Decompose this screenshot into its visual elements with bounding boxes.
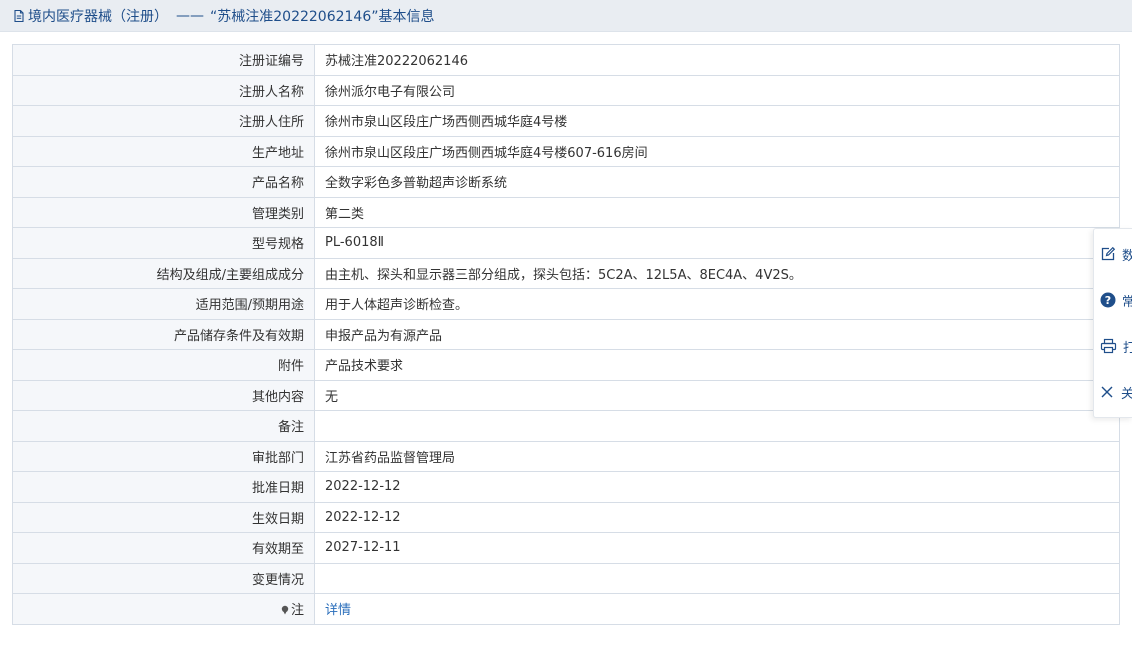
header-section: 境内医疗器械（注册） (28, 8, 168, 25)
row-label: 适用范围/预期用途 (12, 288, 315, 320)
row-value (314, 410, 1120, 442)
document-icon (12, 9, 26, 23)
row-label: 型号规格 (12, 227, 315, 259)
details-link[interactable]: 详情 (325, 603, 351, 618)
table-row: 产品储存条件及有效期 申报产品为有源产品 (12, 318, 1120, 350)
table-row: 变更情况 (12, 562, 1120, 594)
data-correction-button[interactable]: 数 (1094, 231, 1132, 277)
print-icon (1100, 338, 1117, 355)
info-table: 注册证编号 苏械注准20222062146 注册人名称 徐州派尔电子有限公司 注册人… (12, 44, 1120, 625)
float-item-label: 数 (1122, 248, 1132, 264)
float-item-label: 常 (1122, 294, 1132, 310)
row-label: 附件 (12, 349, 315, 381)
table-row: 有效期至 2027-12-11 (12, 532, 1120, 564)
table-row: 管理类别 第二类 (12, 196, 1120, 228)
header-separator: —— (176, 7, 204, 24)
row-label: 其他内容 (12, 379, 315, 411)
row-value: 徐州市泉山区段庄广场西侧西城华庭4号楼 (314, 105, 1120, 137)
float-item-label: 打 (1123, 340, 1132, 356)
row-value: 江苏省药品监督管理局 (314, 440, 1120, 472)
row-value: 用于人体超声诊断检查。 (314, 288, 1120, 320)
row-label: 结构及组成/主要组成成分 (12, 257, 315, 289)
row-label: 产品储存条件及有效期 (12, 318, 315, 350)
print-button[interactable]: 打 (1094, 323, 1132, 369)
table-row: 审批部门 江苏省药品监督管理局 (12, 440, 1120, 472)
faq-button[interactable]: ? 常 (1094, 277, 1132, 323)
table-row: 产品名称 全数字彩色多普勒超声诊断系统 (12, 166, 1120, 198)
float-item-label: 关 (1120, 386, 1132, 402)
table-row: 批准日期 2022-12-12 (12, 471, 1120, 503)
row-value: 2022-12-12 (314, 471, 1120, 503)
page-title: “苏械注准20222062146”基本信息 (210, 8, 435, 25)
row-label: 生产地址 (12, 135, 315, 167)
table-row: 适用范围/预期用途 用于人体超声诊断检查。 (12, 288, 1120, 320)
table-row: 注册人住所 徐州市泉山区段庄广场西侧西城华庭4号楼 (12, 105, 1120, 137)
table-row: 型号规格 PL-6018Ⅱ (12, 227, 1120, 259)
row-value: 徐州市泉山区段庄广场西侧西城华庭4号楼607-616房间 (314, 135, 1120, 167)
row-label: 审批部门 (12, 440, 315, 472)
row-value: 2027-12-11 (314, 532, 1120, 564)
page-header: 境内医疗器械（注册） —— “苏械注准20222062146”基本信息 (0, 0, 1132, 32)
note-label: 注 (12, 593, 315, 625)
row-value: 产品技术要求 (314, 349, 1120, 381)
note-row: 注 详情 (12, 593, 1120, 625)
row-label: 注册人住所 (12, 105, 315, 137)
table-row: 附件 产品技术要求 (12, 349, 1120, 381)
row-value: 2022-12-12 (314, 501, 1120, 533)
row-value: 苏械注准20222062146 (314, 44, 1120, 76)
table-row: 注册人名称 徐州派尔电子有限公司 (12, 74, 1120, 106)
note-value: 详情 (314, 593, 1120, 625)
close-icon (1100, 384, 1115, 401)
row-label: 备注 (12, 410, 315, 442)
row-label: 有效期至 (12, 532, 315, 564)
row-value: 全数字彩色多普勒超声诊断系统 (314, 166, 1120, 198)
help-icon: ? (1100, 292, 1116, 309)
close-button[interactable]: 关 (1094, 369, 1132, 415)
table-row: 注册证编号 苏械注准20222062146 (12, 44, 1120, 76)
row-label: 产品名称 (12, 166, 315, 198)
row-label: 批准日期 (12, 471, 315, 503)
table-row: 备注 (12, 410, 1120, 442)
table-row: 生效日期 2022-12-12 (12, 501, 1120, 533)
row-value: 无 (314, 379, 1120, 411)
row-label: 生效日期 (12, 501, 315, 533)
edit-icon (1100, 246, 1116, 263)
row-label: 管理类别 (12, 196, 315, 228)
row-label: 注册证编号 (12, 44, 315, 76)
row-value: PL-6018Ⅱ (314, 227, 1120, 259)
row-label: 注册人名称 (12, 74, 315, 106)
row-value: 申报产品为有源产品 (314, 318, 1120, 350)
row-value: 徐州派尔电子有限公司 (314, 74, 1120, 106)
table-row: 生产地址 徐州市泉山区段庄广场西侧西城华庭4号楼607-616房间 (12, 135, 1120, 167)
floating-toolbar: 数 ? 常 打 关 (1093, 228, 1132, 418)
row-value (314, 562, 1120, 594)
row-label: 变更情况 (12, 562, 315, 594)
table-row: 其他内容无 (12, 379, 1120, 411)
table-row: 结构及组成/主要组成成分 由主机、探头和显示器三部分组成，探头包括：5C2A、12… (12, 257, 1120, 289)
svg-text:?: ? (1105, 294, 1111, 307)
row-value: 由主机、探头和显示器三部分组成，探头包括：5C2A、12L5A、8EC4A、4V… (314, 257, 1120, 289)
note-label-text: 注 (290, 603, 304, 619)
pin-icon (280, 604, 290, 615)
row-value: 第二类 (314, 196, 1120, 228)
